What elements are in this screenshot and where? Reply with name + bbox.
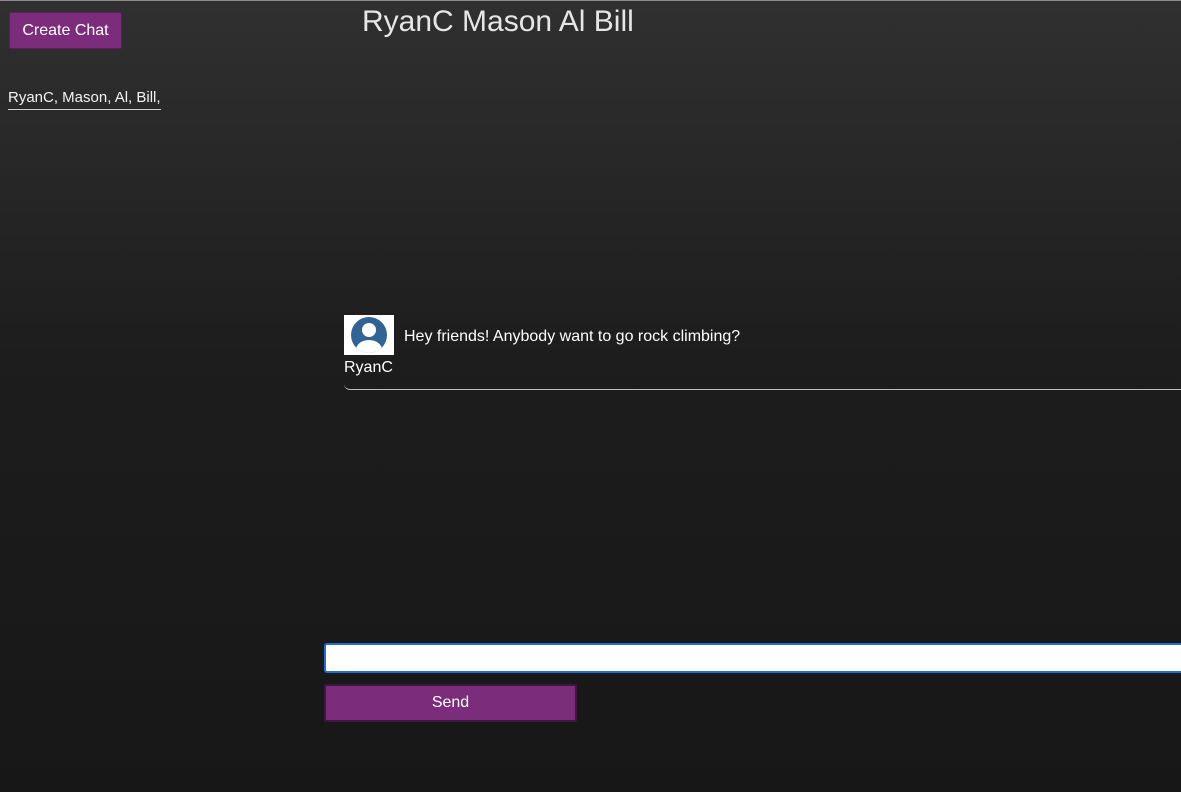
chat-title: RyanC Mason Al Bill xyxy=(362,5,634,38)
message-text: Hey friends! Anybody want to go rock cli… xyxy=(404,328,741,345)
user-avatar-icon xyxy=(344,315,394,355)
sidebar-chat-item[interactable]: RyanC, Mason, Al, Bill, xyxy=(8,88,161,110)
send-button[interactable]: Send xyxy=(324,684,577,722)
create-chat-button[interactable]: Create Chat xyxy=(9,12,122,49)
message-author: RyanC xyxy=(344,359,393,376)
message-input[interactable] xyxy=(324,643,1181,673)
top-divider xyxy=(0,0,1181,1)
message-item: Hey friends! Anybody want to go rock cli… xyxy=(344,315,1181,390)
